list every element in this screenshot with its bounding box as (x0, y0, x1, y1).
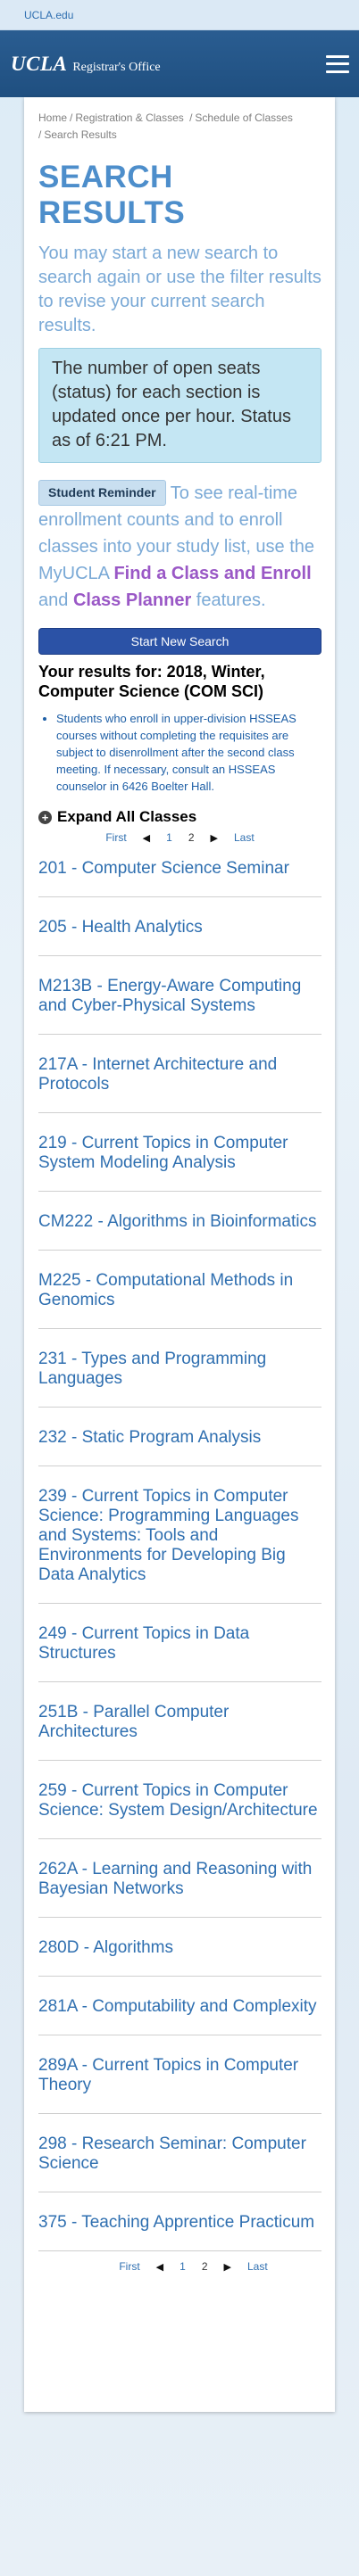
course-item[interactable]: 249 - Current Topics in Data Structures (38, 1624, 321, 1682)
start-new-search-button[interactable]: Start New Search (38, 628, 321, 655)
course-item[interactable]: 205 - Health Analytics (38, 918, 321, 956)
results-for-heading: Your results for: 2018, Winter, Computer… (38, 663, 265, 700)
pagination-top: First ◀ 1 2 ▶ Last (38, 830, 321, 846)
course-item[interactable]: 259 - Current Topics in Computer Science… (38, 1781, 321, 1839)
site-header: UCLA Registrar's Office (0, 30, 359, 97)
course-item[interactable]: 219 - Current Topics in Computer System … (38, 1134, 321, 1192)
intro-text: You may start a new search to search aga… (38, 244, 321, 335)
reminder-text-3: features. (191, 590, 266, 610)
course-item[interactable]: 217A - Internet Architecture and Protoco… (38, 1055, 321, 1113)
registrar-logo[interactable]: UCLA Registrar's Office (11, 53, 161, 76)
main-content-card: Home / Registration & Classes / Schedule of… (24, 97, 335, 2412)
course-item[interactable]: 232 - Static Program Analysis (38, 1428, 321, 1466)
logo-ucla-text: UCLA (11, 52, 68, 75)
course-item[interactable]: 262A - Learning and Reasoning with Bayes… (38, 1860, 321, 1918)
course-item[interactable]: 231 - Types and Programming Languages (38, 1350, 321, 1408)
reminder-text-2: and (38, 590, 73, 610)
pagination-first[interactable]: First (111, 2260, 147, 2273)
expand-all-label: Expand All Classes (57, 808, 197, 825)
find-class-enroll-link[interactable]: Find a Class and Enroll (113, 564, 311, 583)
course-item[interactable]: 281A - Computability and Complexity (38, 1997, 321, 2035)
course-item[interactable]: 280D - Algorithms (38, 1938, 321, 1977)
plus-circle-icon: + (38, 810, 52, 824)
ucla-edu-link[interactable]: UCLA.edu (24, 9, 73, 21)
breadcrumb: Home / Registration & Classes / Schedule of… (38, 111, 293, 141)
pagination-page-1[interactable]: 1 (171, 2260, 194, 2273)
expand-all-classes-button[interactable]: + Expand All Classes (38, 808, 321, 826)
pagination-page-2[interactable]: 2 (194, 2260, 216, 2273)
pagination-last[interactable]: Last (226, 831, 263, 844)
student-reminder-badge: Student Reminder (38, 480, 166, 506)
prev-arrow-icon[interactable]: ◀ (135, 832, 158, 844)
status-notice: The number of open seats (status) for ea… (38, 348, 321, 463)
course-item[interactable]: 201 - Computer Science Seminar (38, 859, 321, 897)
top-bar: UCLA.edu (0, 0, 359, 30)
hamburger-menu-icon[interactable] (326, 54, 349, 73)
pagination-page-1[interactable]: 1 (158, 831, 180, 844)
pagination-page-2[interactable]: 2 (180, 831, 203, 844)
course-item[interactable]: 239 - Current Topics in Computer Science… (38, 1487, 321, 1604)
next-arrow-icon[interactable]: ▶ (203, 832, 226, 844)
breadcrumb-current: Search Results (44, 128, 117, 141)
course-item[interactable]: M225 - Computational Methods in Genomics (38, 1271, 321, 1329)
course-item[interactable]: 298 - Research Seminar: Computer Science (38, 2134, 321, 2192)
student-reminder: Student Reminder To see real-time enroll… (38, 480, 321, 614)
class-planner-link[interactable]: Class Planner (73, 590, 191, 610)
breadcrumb-schedule[interactable]: Schedule of Classes (195, 111, 292, 124)
prev-arrow-icon[interactable]: ◀ (148, 2261, 171, 2273)
course-item[interactable]: M213B - Energy-Aware Computing and Cyber… (38, 977, 321, 1035)
course-item[interactable]: 289A - Current Topics in Computer Theory (38, 2056, 321, 2114)
pagination-first[interactable]: First (97, 831, 134, 844)
breadcrumb-home[interactable]: Home (38, 111, 67, 124)
course-item[interactable]: 375 - Teaching Apprentice Practicum (38, 2213, 321, 2251)
logo-office-text: Registrar's Office (72, 60, 161, 74)
page-title: SEARCH RESULTS (38, 160, 186, 230)
requisite-warning: Students who enroll in upper-division HS… (38, 710, 321, 795)
course-list: 201 - Computer Science Seminar 205 - Hea… (38, 859, 321, 2251)
pagination-bottom: First ◀ 1 2 ▶ Last (38, 2258, 321, 2275)
requisite-warning-item: Students who enroll in upper-division HS… (56, 710, 321, 795)
course-item[interactable]: CM222 - Algorithms in Bioinformatics (38, 1212, 321, 1251)
pagination-last[interactable]: Last (239, 2260, 276, 2273)
breadcrumb-registration[interactable]: Registration & Classes (75, 111, 183, 124)
course-item[interactable]: 251B - Parallel Computer Architectures (38, 1703, 321, 1761)
next-arrow-icon[interactable]: ▶ (216, 2261, 239, 2273)
